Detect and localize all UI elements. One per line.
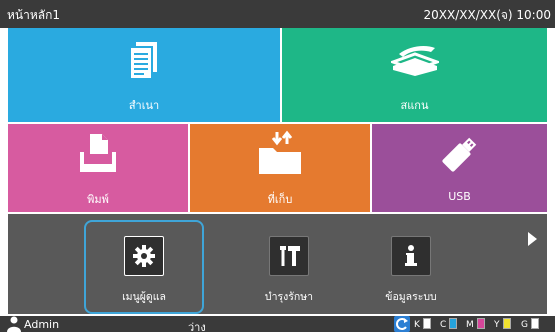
user-name: Admin	[24, 318, 60, 331]
next-page-arrow-icon[interactable]	[528, 232, 537, 246]
scan-tile[interactable]: สแกน	[282, 28, 547, 122]
ink-swatch	[422, 318, 431, 329]
home-screen: หน้าหลัก1 20XX/XX/XX(จ) 10:00 สำเนา สแกน	[0, 0, 555, 334]
scanner-icon	[390, 46, 439, 76]
copy-label: สำเนา	[128, 99, 160, 112]
status-bar: Admin ว่าง K C M Y G	[0, 316, 555, 334]
screen-title: หน้าหลัก1	[7, 8, 61, 22]
print-label: พิมพ์	[87, 193, 109, 206]
system-info-icon-box	[391, 236, 431, 276]
user-icon	[7, 316, 21, 332]
ink-label: Y	[494, 320, 500, 330]
maintenance-icon-box	[269, 236, 309, 276]
folder-transfer-icon	[259, 130, 301, 174]
function-panel: เมนูผู้ดูแล บำรุงรักษา ข้อมูลระบบ	[8, 214, 547, 314]
ink-label: K	[414, 320, 420, 330]
ink-label: M	[466, 320, 474, 330]
storage-tile[interactable]: ที่เก็บ	[190, 124, 370, 212]
ink-swatch	[530, 318, 539, 329]
ink-label: G	[521, 320, 528, 330]
print-tile[interactable]: พิมพ์	[8, 124, 188, 212]
copy-tile[interactable]: สำเนา	[8, 28, 280, 122]
gear-icon	[133, 245, 155, 267]
print-icon	[80, 134, 116, 172]
date-time: 20XX/XX/XX(จ) 10:00	[423, 8, 551, 22]
ink-c: C	[440, 318, 458, 330]
usb-label: USB	[448, 190, 471, 203]
document-icon	[131, 42, 157, 78]
storage-label: ที่เก็บ	[267, 193, 293, 206]
maintenance-button[interactable]: บำรุงรักษา	[234, 214, 344, 314]
machine-status: ว่าง	[188, 321, 206, 334]
admin-icon-box	[124, 236, 164, 276]
ink-swatch	[476, 318, 485, 329]
ink-swatch	[502, 318, 511, 329]
system-info-label: ข้อมูลระบบ	[385, 291, 437, 303]
ink-label: C	[440, 320, 447, 330]
ink-m: M	[466, 318, 485, 330]
usb-drive-icon	[441, 137, 476, 172]
usb-tile[interactable]: USB	[372, 124, 547, 212]
admin-menu-label: เมนูผู้ดูแล	[122, 291, 166, 303]
ink-k: K	[414, 318, 431, 330]
ink-y: Y	[494, 318, 511, 330]
ink-swatch	[449, 318, 458, 329]
top-bar: หน้าหลัก1 20XX/XX/XX(จ) 10:00	[0, 0, 555, 28]
tools-icon	[280, 246, 300, 266]
system-info-button[interactable]: ข้อมูลระบบ	[356, 214, 466, 314]
refresh-icon[interactable]	[394, 316, 410, 332]
admin-menu-button[interactable]: เมนูผู้ดูแล	[84, 214, 194, 314]
maintenance-label: บำรุงรักษา	[264, 291, 314, 303]
ink-g: G	[521, 318, 539, 330]
info-icon	[405, 245, 417, 266]
scan-label: สแกน	[400, 99, 429, 112]
